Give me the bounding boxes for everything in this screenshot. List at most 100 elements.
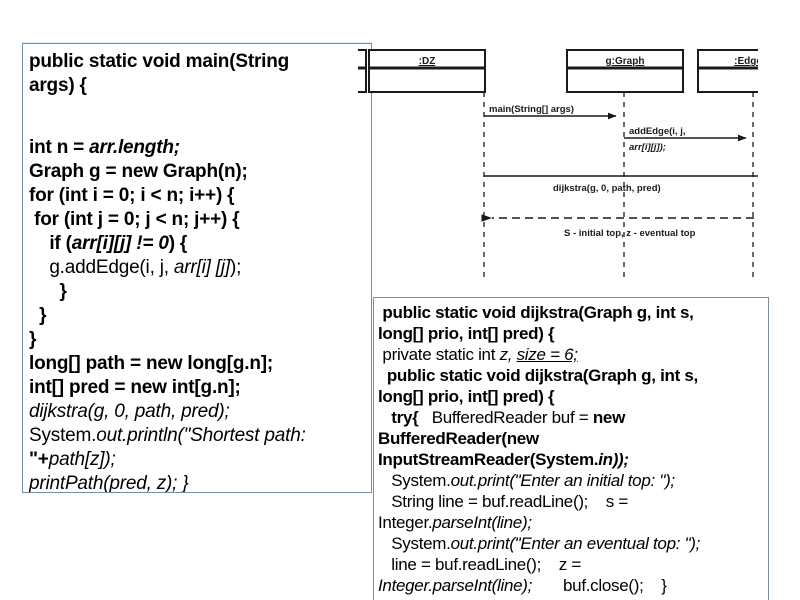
dijkstra-code-line: long[] prio, int[] pred) { <box>378 386 764 407</box>
main-code-line: args) { <box>29 74 367 98</box>
main-method-code-panel: public static void main(String args) { in… <box>22 43 372 493</box>
dijkstra-code-token: public static void dijkstra(Graph g, int… <box>378 366 698 385</box>
message-label-dijkstra: dijkstra(g, 0, path, pred) <box>553 183 661 194</box>
main-code-token: ); <box>229 257 242 278</box>
lifeline-label-graph: g:Graph <box>606 56 645 67</box>
dijkstra-code-line: long[] prio, int[] pred) { <box>378 323 764 344</box>
main-code-token: } <box>29 305 47 326</box>
main-code-line: if (arr[i][j] != 0) { <box>29 232 367 256</box>
main-code-token: out.println <box>96 425 178 446</box>
main-code-token: ) { <box>168 233 188 254</box>
main-code-token: args) { <box>29 75 87 96</box>
main-code-line: System.out.println("Shortest path: <box>29 424 367 448</box>
main-code-line: g.addEdge(i, j, arr[i] [j]); <box>29 256 367 280</box>
dijkstra-code-token: Integer. <box>378 513 433 532</box>
main-code-line: } <box>29 280 367 304</box>
main-code-token: for (int i = 0; i < n; i++) { <box>29 185 235 206</box>
message-label-return: S - initial top, z - eventual top <box>564 228 696 239</box>
main-code-token: int n = <box>29 137 90 158</box>
message-label-addedge-1: addEdge(i, j, <box>629 126 685 137</box>
main-code-token: for (int j = 0; j < n; j++) { <box>29 209 240 230</box>
main-code-token: } <box>29 281 67 302</box>
main-code-line: dijkstra(g, 0, path, pred); <box>29 400 367 424</box>
dijkstra-code-token: private static int <box>378 345 500 364</box>
dijkstra-code-token: out.print <box>450 534 510 553</box>
main-code-token: long[] path = new long[g.n]; <box>29 353 273 374</box>
message-main: main(String[] args) <box>484 104 617 120</box>
main-code-line: } <box>29 304 367 328</box>
message-label-addedge-2: arr[i][j]); <box>629 142 666 153</box>
dijkstra-code-line: public static void dijkstra(Graph g, int… <box>378 365 764 386</box>
main-code-token: arr.length; <box>89 137 180 158</box>
lifeline-head-graph: g:Graph <box>566 49 684 93</box>
dijkstra-code-token: System. <box>378 471 451 490</box>
main-code-spacer <box>29 98 367 112</box>
main-code-line: int n = arr.length; <box>29 136 367 160</box>
main-code-token: printPath(pred, z); } <box>29 473 189 493</box>
main-code-token: System. <box>29 425 97 446</box>
dijkstra-code-token: long[] prio, int[] pred) { <box>378 324 555 343</box>
dijkstra-code-line: catch(Exception e) <box>378 596 764 600</box>
dijkstra-code-token: new <box>592 408 626 427</box>
main-code-line: long[] path = new long[g.n]; <box>29 352 367 376</box>
main-code-token: if ( <box>29 233 72 254</box>
lifeline-head-edge: :Edge <box>697 49 758 93</box>
dijkstra-code-token: BufferedReader(new <box>378 429 539 448</box>
dijkstra-code-token: line = buf.readLine(); z = <box>378 555 586 574</box>
main-code-token: public static void main(String <box>29 51 290 72</box>
message-dijkstra: dijkstra(g, 0, path, pred) <box>484 175 758 194</box>
dijkstra-code-token: String line = buf.readLine(); s = <box>378 492 633 511</box>
dijkstra-code-token: try{ <box>378 408 419 427</box>
dijkstra-code-line: private static int z, size = 6; <box>378 344 764 365</box>
dijkstra-code-line: public static void dijkstra(Graph g, int… <box>378 302 764 323</box>
main-code-token: "+ <box>29 449 49 470</box>
dijkstra-code-token: Integer.parseInt(line); <box>378 576 533 595</box>
main-code-token: dijkstra(g, 0, path, pred); <box>29 401 230 422</box>
dijkstra-code-line: InputStreamReader(System.in)); <box>378 449 764 470</box>
lifeline-label-dz: :DZ <box>419 56 436 67</box>
dijkstra-code-token: ("Enter an eventual top: "); <box>509 534 701 553</box>
dijkstra-code-token: out.print <box>450 471 510 490</box>
dijkstra-code-token: BufferedReader buf = <box>418 408 593 427</box>
main-code-token: arr[i][j] != 0 <box>71 233 169 254</box>
main-code-lines: public static void main(String args) { in… <box>29 50 367 493</box>
main-code-token: Graph g = new Graph(n); <box>29 161 248 182</box>
lifeline-box-partial <box>358 49 367 93</box>
main-code-token: path[z]); <box>48 449 116 470</box>
main-code-token: ("Shortest path: <box>177 425 311 446</box>
message-return: S - initial top, z - eventual top <box>481 214 758 239</box>
main-code-line: int[] pred = new int[g.n]; <box>29 376 367 400</box>
main-code-line: for (int j = 0; j < n; j++) { <box>29 208 367 232</box>
dijkstra-code-line: try{ BufferedReader buf = new <box>378 407 764 428</box>
dijkstra-method-code-panel: public static void dijkstra(Graph g, int… <box>373 297 769 600</box>
dijkstra-code-line: BufferedReader(new <box>378 428 764 449</box>
dijkstra-code-token: z, <box>499 345 517 364</box>
dijkstra-code-token: long[] prio, int[] pred) { <box>378 387 555 406</box>
main-code-line: public static void main(String <box>29 50 367 74</box>
dijkstra-code-token: System. <box>378 534 451 553</box>
dijkstra-code-token: public static void dijkstra(Graph g, int… <box>378 303 694 322</box>
dijkstra-code-line: Integer.parseInt(line); <box>378 512 764 533</box>
slide-canvas: public static void main(String args) { in… <box>0 0 800 600</box>
main-code-line: "+path[z]); <box>29 448 367 472</box>
main-code-token: } <box>29 329 37 350</box>
main-code-token: arr[i] [j] <box>173 257 230 278</box>
dijkstra-code-token: size = 6; <box>516 345 578 364</box>
main-code-line: } <box>29 328 367 352</box>
main-code-token: int[] pred = new int[g.n]; <box>29 377 241 398</box>
main-code-token: g.addEdge(i, j, <box>29 257 174 278</box>
dijkstra-code-lines: public static void dijkstra(Graph g, int… <box>378 302 764 600</box>
dijkstra-code-line: Integer.parseInt(line); buf.close(); } <box>378 575 764 596</box>
main-code-line: printPath(pred, z); } <box>29 472 367 493</box>
message-addedge: addEdge(i, j, arr[i][j]); <box>624 126 747 153</box>
main-code-line <box>29 112 367 136</box>
dijkstra-code-line: System.out.print("Enter an eventual top:… <box>378 533 764 554</box>
dijkstra-code-token: in)); <box>598 450 629 469</box>
dijkstra-code-line: line = buf.readLine(); z = <box>378 554 764 575</box>
message-label-main: main(String[] args) <box>489 104 574 115</box>
lifeline-label-edge: :Edge <box>734 56 758 67</box>
dijkstra-code-token: parseInt(line); <box>432 513 532 532</box>
dijkstra-code-line: String line = buf.readLine(); s = <box>378 491 764 512</box>
lifeline-head-dz: :DZ <box>368 49 486 93</box>
main-code-line: Graph g = new Graph(n); <box>29 160 367 184</box>
